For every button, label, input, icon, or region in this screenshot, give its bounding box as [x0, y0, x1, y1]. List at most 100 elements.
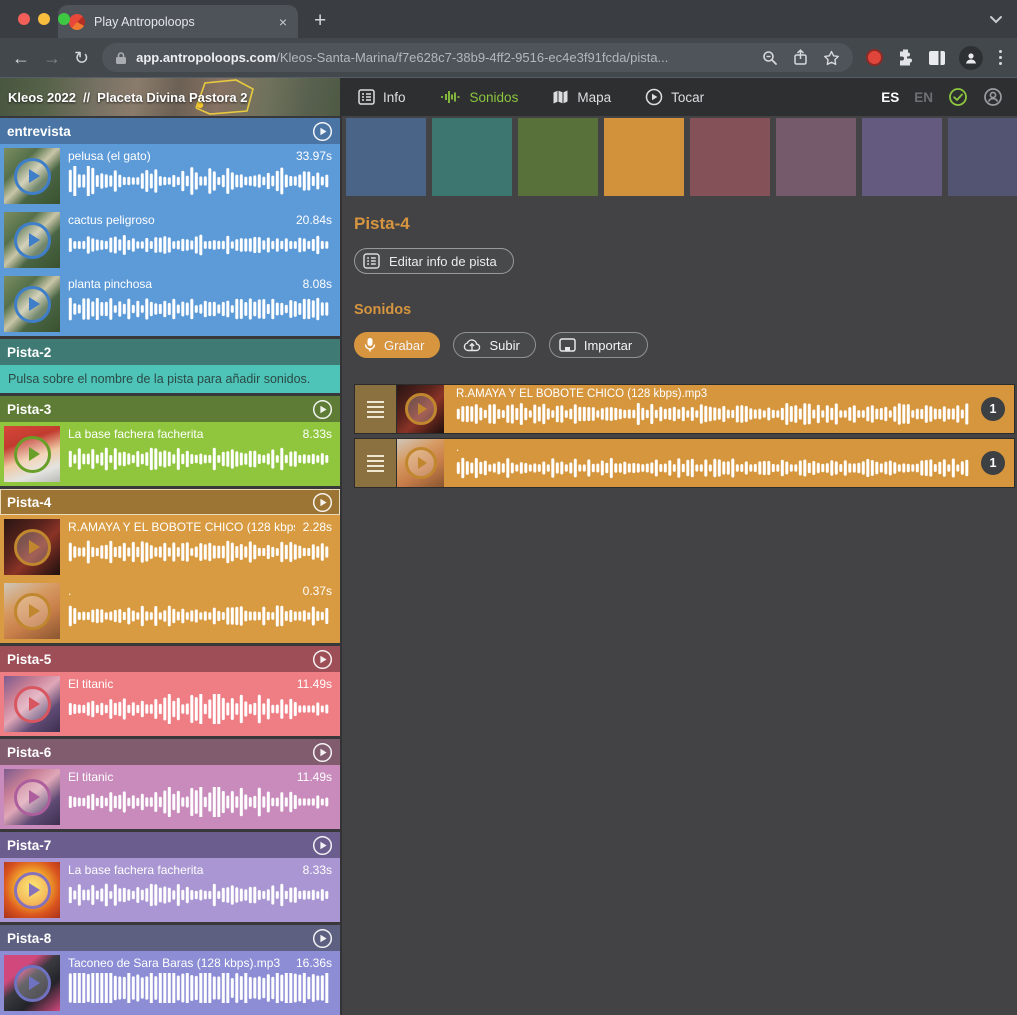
- clip-duration: 16.36s: [296, 956, 332, 970]
- palette-swatch-7[interactable]: [862, 118, 942, 196]
- track-header-pista-6[interactable]: Pista-6: [0, 739, 340, 765]
- clip-thumbnail[interactable]: [4, 676, 60, 732]
- track-header-pista-2[interactable]: Pista-2: [0, 339, 340, 365]
- sound-rows: R.AMAYA Y EL BOBOTE CHICO (128 kbps).mp3…: [354, 384, 1015, 488]
- track-play-icon[interactable]: [312, 835, 333, 856]
- clip-row[interactable]: R.AMAYA Y EL BOBOTE CHICO (128 kbps)....…: [0, 515, 340, 579]
- track-play-icon[interactable]: [312, 928, 333, 949]
- zoom-icon[interactable]: [762, 50, 778, 66]
- record-button[interactable]: Grabar: [354, 332, 440, 358]
- track-pista-7: Pista-7 La base fachera facherita8.33s: [0, 832, 340, 922]
- side-panel-icon[interactable]: [928, 50, 946, 66]
- track-header-pista-5[interactable]: Pista-5: [0, 646, 340, 672]
- clip-thumbnail[interactable]: [4, 519, 60, 575]
- track-header-pista-3[interactable]: Pista-3: [0, 396, 340, 422]
- track-header-pista-8[interactable]: Pista-8: [0, 925, 340, 951]
- clip-row[interactable]: .0.37s: [0, 579, 340, 643]
- clip-waveform: [68, 787, 332, 817]
- browser-menu-kebab-icon[interactable]: [996, 50, 1005, 65]
- clip-duration: 20.84s: [296, 213, 332, 227]
- clip-row[interactable]: pelusa (el gato)33.97s: [0, 144, 340, 208]
- clip-row[interactable]: La base fachera facherita8.33s: [0, 422, 340, 486]
- clip-row[interactable]: planta pinchosa8.08s: [0, 272, 340, 336]
- share-icon[interactable]: [793, 49, 808, 66]
- project-cover[interactable]: Kleos 2022 // Placeta Divina Pastora 2: [0, 78, 340, 116]
- breadcrumb-scene[interactable]: Placeta Divina Pastora 2: [97, 90, 247, 105]
- track-play-icon[interactable]: [312, 399, 333, 420]
- browser-window: Play Antropoloops × + ← → ↻ app.antropol…: [0, 0, 1017, 1015]
- sound-content: R.AMAYA Y EL BOBOTE CHICO (128 kbps).mp3: [444, 385, 975, 433]
- nav-item-sonidos[interactable]: Sonidos: [440, 90, 519, 105]
- clip-row[interactable]: El titanic11.49s: [0, 672, 340, 736]
- track-name: Pista-8: [7, 931, 312, 946]
- lang-en[interactable]: EN: [914, 90, 933, 105]
- nav-item-tocar[interactable]: Tocar: [645, 88, 704, 106]
- palette-swatch-1[interactable]: [346, 118, 426, 196]
- sound-play-icon: [397, 385, 444, 433]
- clip-row[interactable]: La base fachera facherita8.33s: [0, 858, 340, 922]
- nav-item-mapa[interactable]: Mapa: [552, 89, 611, 105]
- extensions-puzzle-icon[interactable]: [896, 48, 915, 67]
- forward-icon[interactable]: →: [43, 49, 61, 67]
- new-tab-button[interactable]: +: [314, 10, 326, 31]
- clip-waveform: [68, 694, 332, 724]
- edit-track-info-button[interactable]: Editar info de pista: [354, 248, 514, 274]
- palette-swatch-2[interactable]: [432, 118, 512, 196]
- profile-avatar[interactable]: [959, 46, 983, 70]
- fullscreen-window-button[interactable]: [58, 13, 70, 25]
- clip-waveform: [68, 294, 332, 324]
- drag-handle[interactable]: [355, 385, 397, 433]
- sound-actions: Grabar Subir Importar: [354, 332, 1017, 358]
- bookmark-star-icon[interactable]: [823, 50, 840, 66]
- track-play-icon[interactable]: [312, 121, 333, 142]
- track-name: Pista-4: [7, 495, 312, 510]
- account-icon[interactable]: [983, 87, 1003, 107]
- clip-thumbnail[interactable]: [4, 148, 60, 204]
- clip-title: cactus peligroso: [68, 213, 288, 227]
- address-bar[interactable]: app.antropoloops.com/Kleos-Santa-Marina/…: [102, 43, 853, 72]
- clip-row[interactable]: El titanic11.49s: [0, 765, 340, 829]
- reload-icon[interactable]: ↻: [74, 49, 89, 67]
- tab-search-chevron-icon[interactable]: [989, 12, 1003, 30]
- clip-thumbnail[interactable]: [4, 862, 60, 918]
- minimize-window-button[interactable]: [38, 13, 50, 25]
- clip-row[interactable]: Taconeo de Sara Baras (128 kbps).mp316.3…: [0, 951, 340, 1015]
- breadcrumb-project[interactable]: Kleos 2022: [8, 90, 76, 105]
- lang-es[interactable]: ES: [881, 90, 899, 105]
- track-play-icon[interactable]: [312, 649, 333, 670]
- clip-title: .: [68, 584, 295, 598]
- track-header-entrevista[interactable]: entrevista: [0, 118, 340, 144]
- palette-swatch-3[interactable]: [518, 118, 598, 196]
- clip-thumbnail[interactable]: [4, 769, 60, 825]
- clip-thumbnail[interactable]: [4, 955, 60, 1011]
- sound-row[interactable]: . 1: [354, 438, 1015, 488]
- track-play-icon[interactable]: [312, 492, 333, 513]
- sound-thumbnail[interactable]: [397, 439, 444, 487]
- palette-swatch-5[interactable]: [690, 118, 770, 196]
- browser-tab[interactable]: Play Antropoloops ×: [58, 5, 298, 38]
- track-play-icon[interactable]: [312, 742, 333, 763]
- upload-button[interactable]: Subir: [453, 332, 535, 358]
- back-icon[interactable]: ←: [12, 49, 30, 67]
- clip-row[interactable]: cactus peligroso 20.84s: [0, 208, 340, 272]
- clip-thumbnail[interactable]: [4, 212, 60, 268]
- clip-play-icon: [4, 148, 60, 204]
- close-window-button[interactable]: [18, 13, 30, 25]
- app-nav: Info Sonidos Mapa Tocar: [358, 88, 704, 106]
- import-button[interactable]: Importar: [549, 332, 648, 358]
- saved-check-icon[interactable]: [948, 87, 968, 107]
- sound-thumbnail[interactable]: [397, 385, 444, 433]
- clip-thumbnail[interactable]: [4, 426, 60, 482]
- clip-thumbnail[interactable]: [4, 276, 60, 332]
- palette-swatch-4-selected[interactable]: [604, 118, 684, 196]
- track-header-pista-4[interactable]: Pista-4: [0, 489, 340, 515]
- nav-item-info[interactable]: Info: [358, 89, 406, 105]
- track-header-pista-7[interactable]: Pista-7: [0, 832, 340, 858]
- tab-close-icon[interactable]: ×: [279, 15, 287, 29]
- sound-row[interactable]: R.AMAYA Y EL BOBOTE CHICO (128 kbps).mp3…: [354, 384, 1015, 434]
- clip-thumbnail[interactable]: [4, 583, 60, 639]
- drag-handle[interactable]: [355, 439, 397, 487]
- palette-swatch-6[interactable]: [776, 118, 856, 196]
- recorder-extension-icon[interactable]: [866, 49, 883, 66]
- palette-swatch-8[interactable]: [948, 118, 1017, 196]
